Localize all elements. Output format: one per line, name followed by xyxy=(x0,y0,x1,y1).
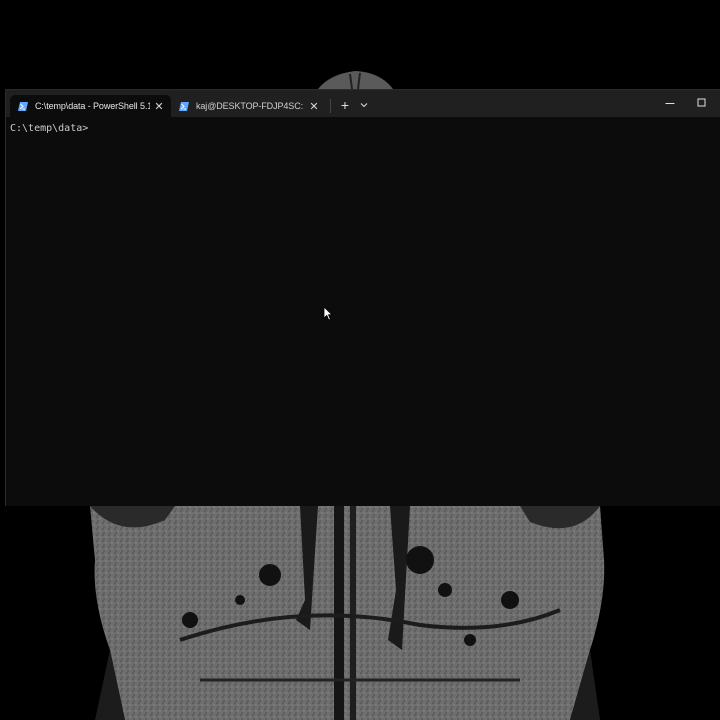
maximize-button[interactable] xyxy=(688,93,716,113)
dropdown-button[interactable] xyxy=(358,98,370,112)
minimize-icon xyxy=(665,103,675,104)
tab-divider xyxy=(330,99,331,113)
tab-title: kaj@DESKTOP-FDJP4SC: ~ xyxy=(196,101,305,111)
terminal-window: C:\temp\data - PowerShell 5.1 ✕ kaj@DESK… xyxy=(5,89,720,506)
chevron-down-icon xyxy=(360,103,368,108)
minimize-button[interactable] xyxy=(656,93,684,113)
tab-powershell[interactable]: C:\temp\data - PowerShell 5.1 ✕ xyxy=(10,95,171,117)
close-icon[interactable]: ✕ xyxy=(305,97,323,115)
command-prompt: C:\temp\data> xyxy=(10,123,89,134)
desktop: C:\temp\data - PowerShell 5.1 ✕ kaj@DESK… xyxy=(0,0,720,720)
mouse-cursor-icon xyxy=(323,306,333,321)
terminal-output[interactable]: C:\temp\data> xyxy=(6,117,720,506)
powershell-icon xyxy=(18,101,28,111)
tab-bar: C:\temp\data - PowerShell 5.1 ✕ kaj@DESK… xyxy=(6,90,720,117)
close-icon[interactable]: ✕ xyxy=(150,97,168,115)
new-tab-button[interactable]: + xyxy=(337,97,353,113)
tab-title: C:\temp\data - PowerShell 5.1 xyxy=(35,101,150,111)
maximize-icon xyxy=(697,98,706,107)
tab-ssh-session[interactable]: kaj@DESKTOP-FDJP4SC: ~ ✕ xyxy=(171,95,326,117)
powershell-icon xyxy=(179,101,189,111)
